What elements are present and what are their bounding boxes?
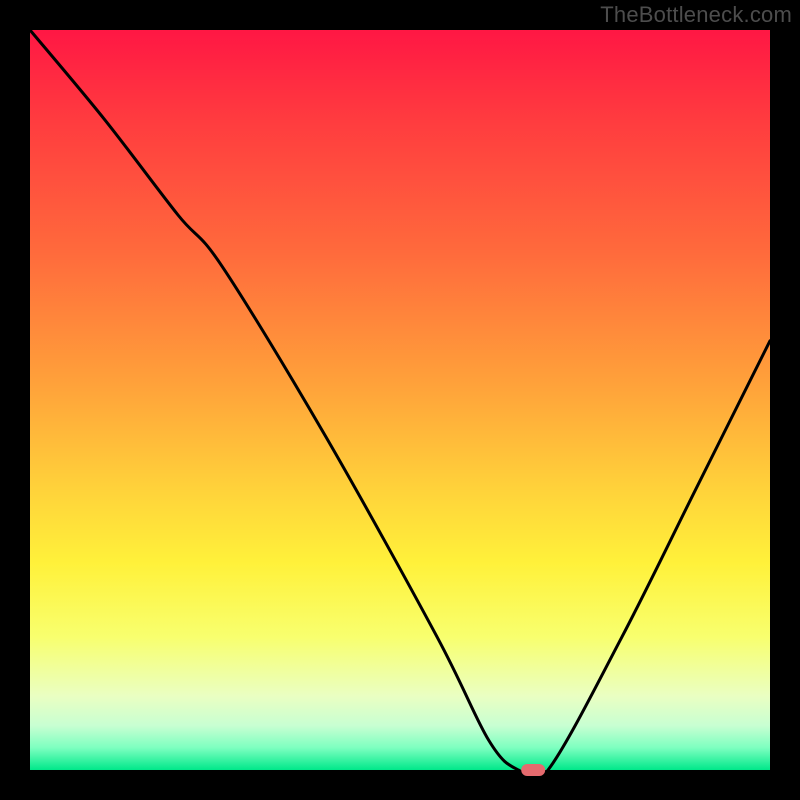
gradient-background xyxy=(30,30,770,770)
bottleneck-chart xyxy=(0,0,800,800)
chart-frame: TheBottleneck.com xyxy=(0,0,800,800)
optimal-point-marker xyxy=(521,764,545,776)
watermark-text: TheBottleneck.com xyxy=(600,2,792,28)
